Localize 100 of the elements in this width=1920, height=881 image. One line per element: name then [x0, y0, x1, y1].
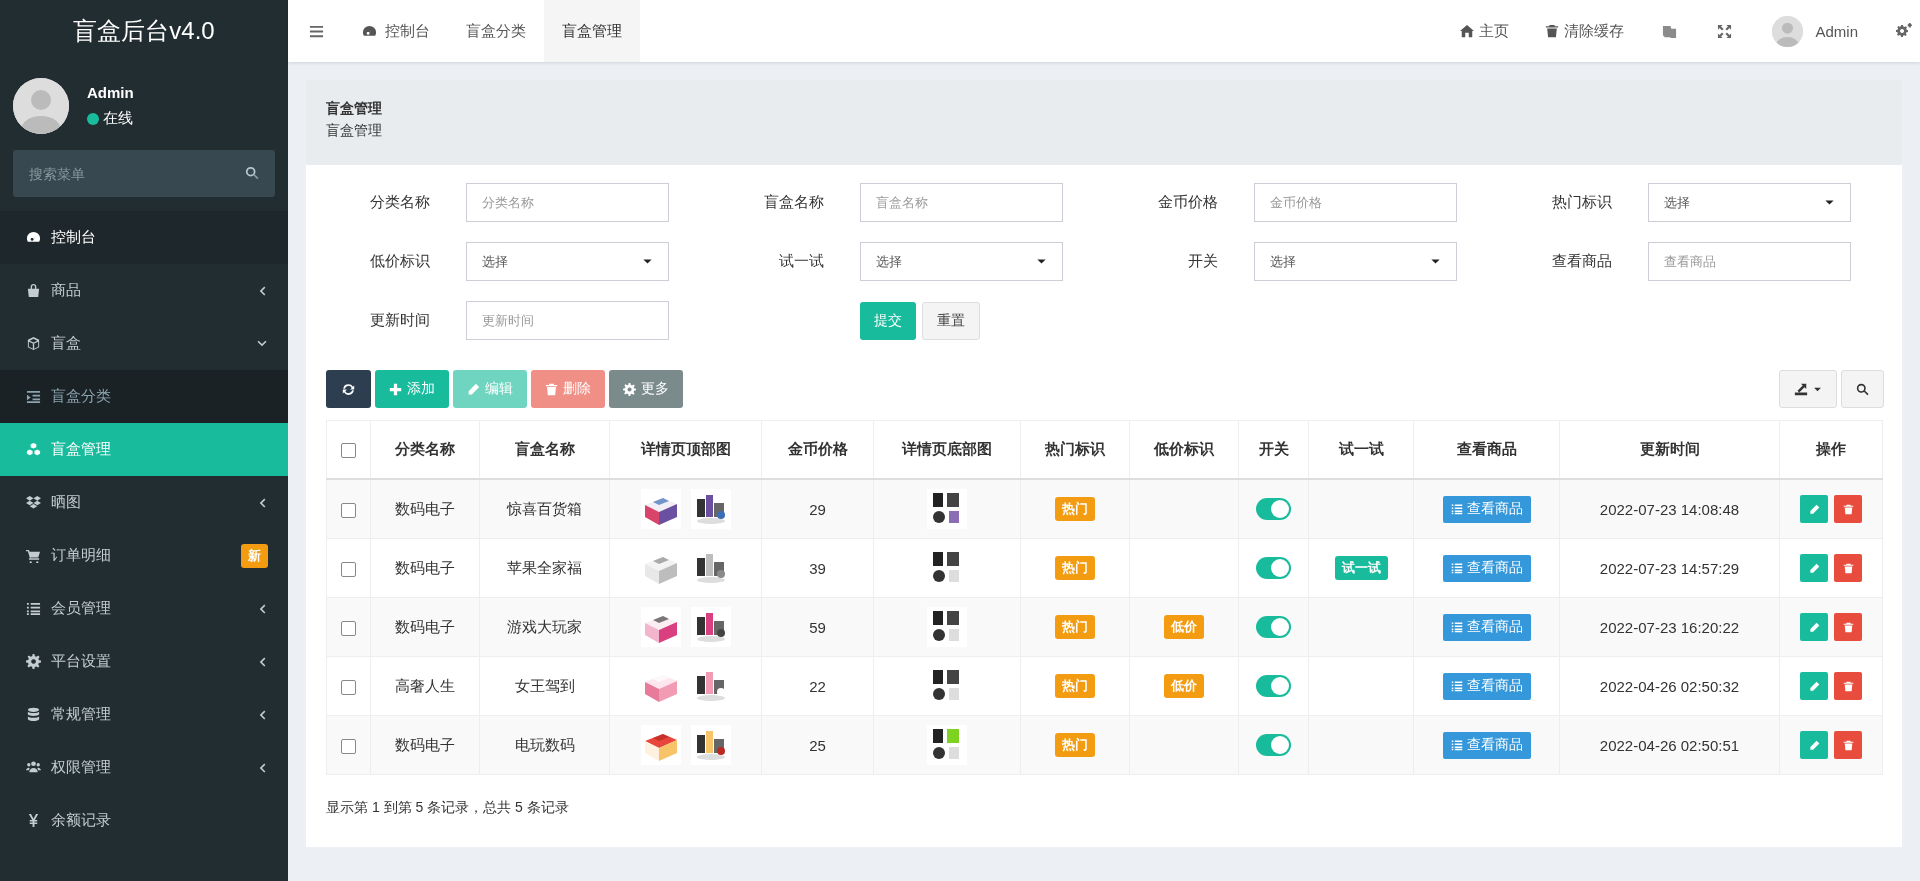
pencil-icon [1808, 739, 1820, 751]
user-status: 在线 [103, 109, 133, 128]
edit-button[interactable] [1800, 554, 1828, 582]
list-icon [1450, 621, 1463, 633]
field-label: 分类名称 [369, 193, 430, 212]
input-field[interactable]: 更新时间 [466, 301, 669, 340]
nav-tab[interactable]: 盲盒管理 [544, 0, 640, 62]
table-cell: 高奢人生 [370, 656, 480, 716]
row-checkbox[interactable] [341, 561, 356, 577]
sidebar-item[interactable]: 权限管理 [0, 741, 288, 794]
app-logo: 盲盒后台v4.0 [72, 16, 216, 46]
table-cell: 59 [761, 597, 874, 657]
settings-icon [623, 382, 636, 396]
edit-button[interactable] [1800, 731, 1828, 759]
table-cell: 2022-04-26 02:50:51 [1559, 715, 1780, 775]
search-field[interactable]: 搜索菜单 [13, 150, 275, 197]
field-label: 低价标识 [369, 252, 430, 271]
field-label: 更新时间 [369, 311, 430, 330]
hot-tag: 热门 [1055, 497, 1095, 521]
delete-button[interactable] [1834, 672, 1862, 700]
caret-down-icon [1036, 256, 1047, 267]
input-field[interactable]: 查看商品 [1648, 242, 1851, 281]
list-icon [26, 601, 41, 616]
delete-button[interactable] [1834, 613, 1862, 641]
caret-down-icon [1824, 197, 1835, 208]
sidebar-item[interactable]: 盲盒分类 [0, 370, 288, 423]
edit-button[interactable] [1800, 613, 1828, 641]
select-field[interactable]: 选择 [1648, 183, 1851, 222]
sidebar-item[interactable]: 控制台 [0, 211, 288, 264]
table-cell: 苹果全家福 [479, 538, 610, 598]
sidebar-item[interactable]: 平台设置 [0, 635, 288, 688]
box-stack-icon [26, 495, 41, 510]
nav-tab[interactable]: 控制台 [344, 0, 448, 62]
pencil-icon [1808, 562, 1820, 574]
select-all-checkbox[interactable] [341, 443, 356, 459]
export-button[interactable] [1779, 370, 1837, 408]
user-name[interactable]: Admin [1815, 22, 1858, 40]
trash-icon [1842, 503, 1854, 515]
plus-icon [389, 382, 402, 396]
sidebar-item[interactable]: 余额记录 [0, 794, 288, 847]
toggle-switch[interactable] [1256, 675, 1291, 697]
shopping-bag-icon [26, 283, 41, 298]
sidebar-item[interactable]: 会员管理 [0, 582, 288, 635]
hot-tag: 热门 [1055, 733, 1095, 757]
nav-tab[interactable]: 盲盒分类 [448, 0, 544, 62]
select-field[interactable]: 选择 [466, 242, 669, 281]
row-checkbox[interactable] [341, 679, 356, 695]
sidebar-item[interactable]: 订单明细 新 [0, 529, 288, 582]
delete-button[interactable] [1834, 495, 1862, 523]
field-label: 查看商品 [1551, 252, 1612, 271]
row-checkbox[interactable] [341, 502, 356, 518]
more-button[interactable]: 更多 [609, 370, 683, 408]
toggle-switch[interactable] [1256, 616, 1291, 638]
toggle-switch[interactable] [1256, 734, 1291, 756]
edit-button[interactable] [1800, 495, 1828, 523]
pencil-icon [1808, 680, 1820, 692]
cube-icon [26, 336, 41, 351]
select-field[interactable]: 选择 [1254, 242, 1457, 281]
home-link[interactable]: 主页 [1442, 0, 1528, 62]
hot-tag: 热门 [1055, 556, 1095, 580]
sidebar-item[interactable]: 常规管理 [0, 688, 288, 741]
delete-button[interactable] [1834, 554, 1862, 582]
refresh-button[interactable] [326, 370, 371, 408]
edit-button[interactable] [1800, 672, 1828, 700]
cubes-icon [26, 442, 41, 457]
pagination-info: 显示第 1 到第 5 条记录，总共 5 条记录 [325, 798, 570, 817]
input-field[interactable]: 金币价格 [1254, 183, 1457, 222]
row-checkbox[interactable] [341, 620, 356, 636]
row-checkbox[interactable] [341, 738, 356, 754]
home-icon [1460, 24, 1475, 38]
sidebar-item[interactable]: 商品 [0, 264, 288, 317]
dashboard-icon [26, 230, 41, 245]
sidebar-item[interactable]: 盲盒 [0, 317, 288, 370]
trial-tag: 试一试 [1334, 556, 1388, 580]
hot-tag: 热门 [1055, 674, 1095, 698]
hot-tag: 热门 [1055, 615, 1095, 639]
user-name: Admin [87, 84, 134, 101]
input-field[interactable]: 盲盒名称 [860, 183, 1063, 222]
field-label: 试一试 [778, 252, 824, 271]
select-field[interactable]: 选择 [860, 242, 1063, 281]
pencil-icon [1808, 621, 1820, 633]
menu-icon [308, 23, 324, 39]
table-cell: 游戏大玩家 [479, 597, 610, 657]
sidebar-item[interactable]: 晒图 [0, 476, 288, 529]
delete-button[interactable] [1834, 731, 1862, 759]
list-icon [1450, 562, 1463, 574]
reset-button[interactable]: 重置 [922, 301, 980, 340]
trash-icon [1842, 621, 1854, 633]
table-cell: 2022-04-26 02:50:32 [1559, 656, 1780, 716]
settings-icon [1896, 23, 1912, 39]
export-icon [1794, 382, 1808, 396]
users-icon [26, 760, 41, 775]
avatar-icon [1772, 15, 1804, 47]
field-label: 金币价格 [1157, 193, 1218, 212]
clear-cache-link[interactable]: 清除缓存 [1527, 0, 1643, 62]
status-dot [87, 112, 99, 125]
toggle-switch[interactable] [1256, 498, 1291, 520]
toggle-switch[interactable] [1256, 557, 1291, 579]
input-field[interactable]: 分类名称 [466, 183, 669, 222]
search-button[interactable] [1841, 370, 1884, 408]
